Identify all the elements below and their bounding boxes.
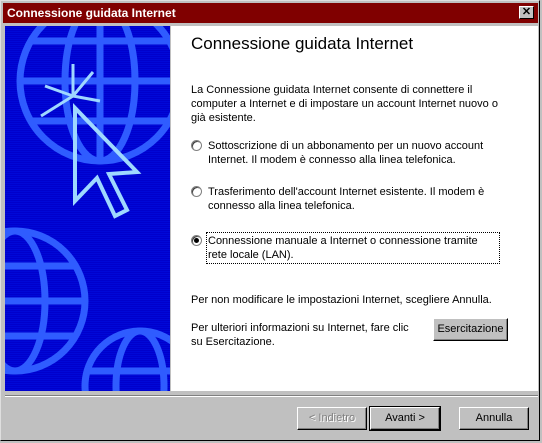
option-transfer-account[interactable]: Trasferimento dell'account Internet esis… — [191, 185, 498, 213]
title-bar[interactable]: Connessione guidata Internet ✕ — [3, 3, 538, 23]
radio-manual-connection[interactable] — [191, 235, 202, 246]
back-button[interactable]: < Indietro — [297, 407, 367, 430]
option-manual-connection-label[interactable]: Connessione manuale a Internet o conness… — [206, 232, 500, 264]
wizard-banner — [5, 26, 170, 391]
radio-new-account[interactable] — [191, 140, 202, 151]
close-button[interactable]: ✕ — [519, 6, 534, 19]
next-button[interactable]: Avanti > — [369, 406, 441, 431]
option-transfer-account-label[interactable]: Trasferimento dell'account Internet esis… — [208, 185, 498, 213]
window-title: Connessione guidata Internet — [7, 6, 176, 20]
radio-transfer-account[interactable] — [191, 186, 202, 197]
cancel-note: Per non modificare le impostazioni Inter… — [191, 294, 492, 306]
option-new-account[interactable]: Sottoscrizione di un abbonamento per un … — [191, 139, 498, 167]
close-icon: ✕ — [521, 6, 532, 18]
option-manual-connection[interactable]: Connessione manuale a Internet o conness… — [191, 232, 500, 264]
globe-cursor-icon — [5, 26, 170, 391]
footer-separator — [5, 395, 538, 397]
page-title: Connessione guidata Internet — [191, 34, 414, 53]
wizard-window: Connessione guidata Internet ✕ Connessio… — [0, 0, 540, 441]
tutorial-note: Per ulteriori informazioni su Internet, … — [191, 322, 409, 348]
wizard-content: Connessione guidata Internet La Connessi… — [171, 26, 538, 391]
intro-text: La Connessione guidata Internet consente… — [191, 84, 498, 124]
option-new-account-label[interactable]: Sottoscrizione di un abbonamento per un … — [208, 139, 498, 167]
tutorial-button[interactable]: Esercitazione — [433, 318, 508, 341]
cancel-button[interactable]: Annulla — [459, 407, 529, 430]
